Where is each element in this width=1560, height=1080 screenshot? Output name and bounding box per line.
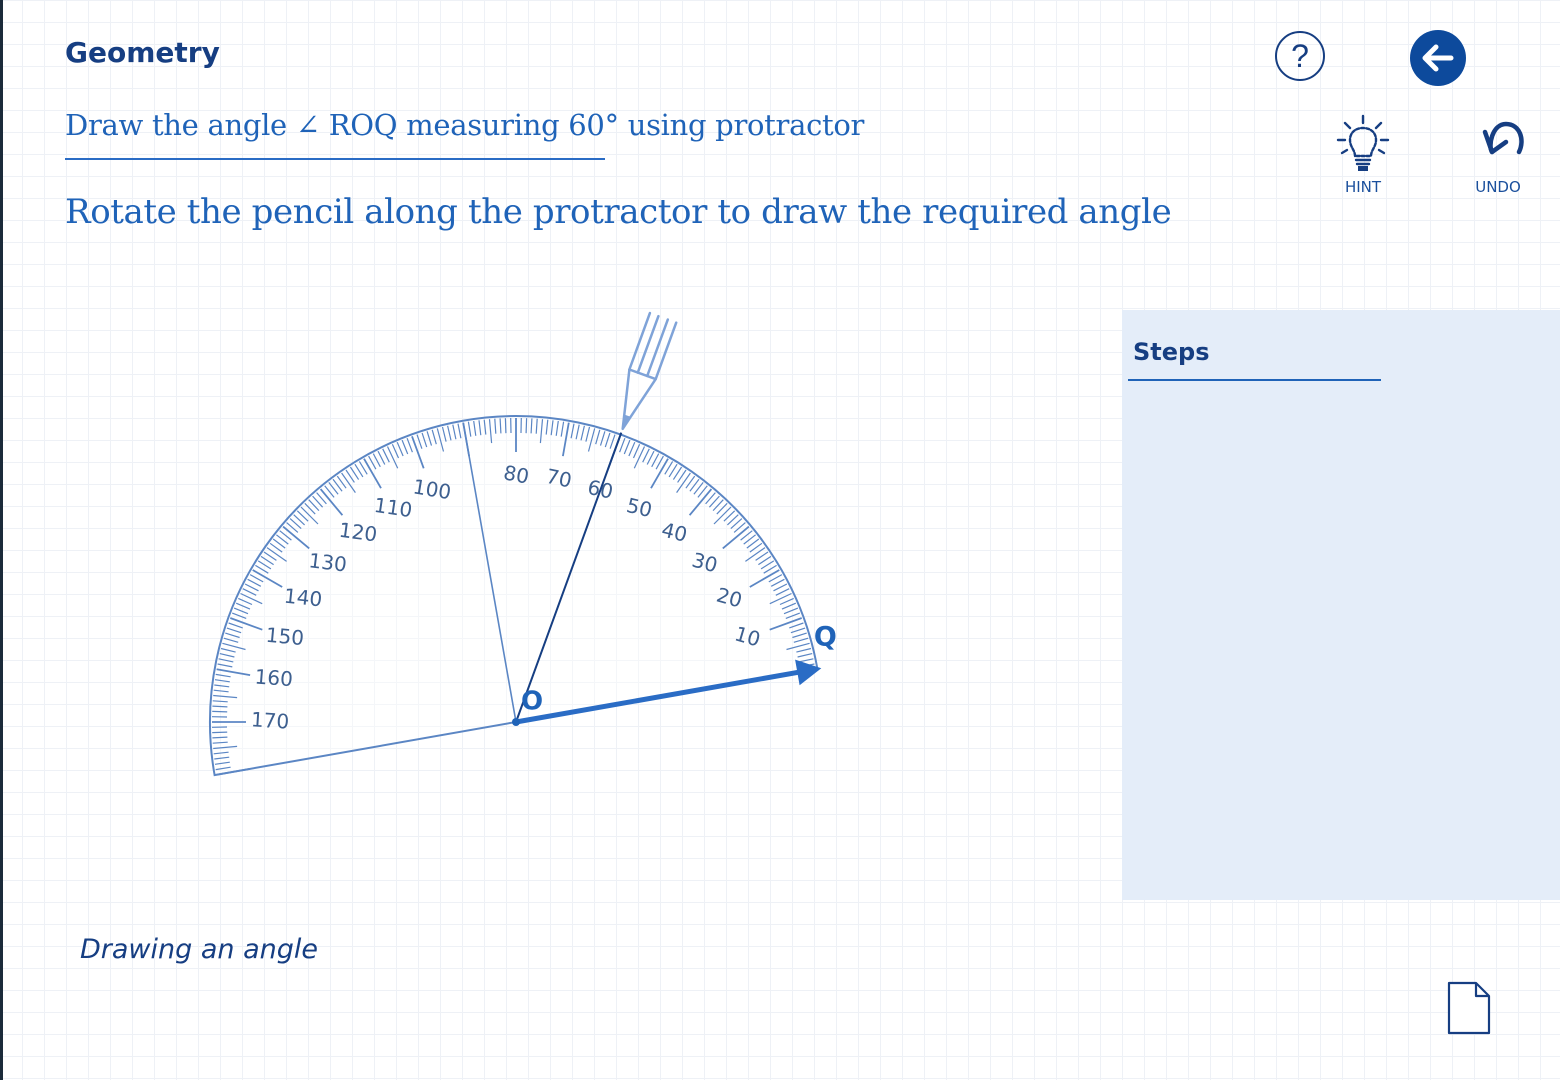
protractor-scale-label: 130 [307,548,348,576]
steps-panel: Steps [1122,310,1560,900]
hint-button[interactable]: HINT [1318,112,1408,196]
footer-caption: Drawing an angle [80,934,319,965]
pencil-body-line [654,321,678,381]
protractor-scale-label: 150 [265,623,305,650]
pencil-body-line [645,318,670,378]
protractor-tick [212,736,228,739]
protractor-tick [525,418,528,434]
point-q-label: Q [814,621,837,652]
pencil-body-line [636,314,660,374]
protractor-scale-label: 120 [338,518,379,547]
protractor-scale-label: 80 [502,460,531,488]
document-icon [1447,981,1491,1035]
point-o-label: O [521,687,543,717]
protractor-scale-label: 140 [283,584,323,612]
protractor-canvas[interactable]: 1020304050607080100110120130140150160170… [0,0,1100,820]
protractor-tick [212,710,228,713]
pencil-body-line [628,311,652,371]
protractor-scale-label: 70 [544,464,574,493]
pencil[interactable] [621,311,678,431]
undo-label: UNDO [1475,178,1521,196]
back-button[interactable] [1410,30,1466,86]
protractor-tick [499,418,502,434]
protractor-tick [212,705,228,708]
protractor-tick [530,418,533,434]
question-mark-icon: ? [1291,37,1309,74]
protractor-tick [504,418,507,434]
steps-underline [1128,379,1381,381]
lightbulb-icon [1336,114,1390,171]
hint-label: HINT [1344,178,1382,196]
protractor-scale-label: 170 [250,707,290,733]
arrow-left-icon [1422,44,1454,72]
undo-icon [1482,121,1524,155]
protractor-tick [212,731,228,734]
undo-button[interactable]: UNDO [1453,112,1543,196]
help-button[interactable]: ? [1275,31,1325,81]
protractor-scale-label: 160 [254,664,294,691]
vertex-o-dot [512,718,520,726]
document-button[interactable] [1446,980,1492,1040]
steps-title: Steps [1133,338,1210,366]
